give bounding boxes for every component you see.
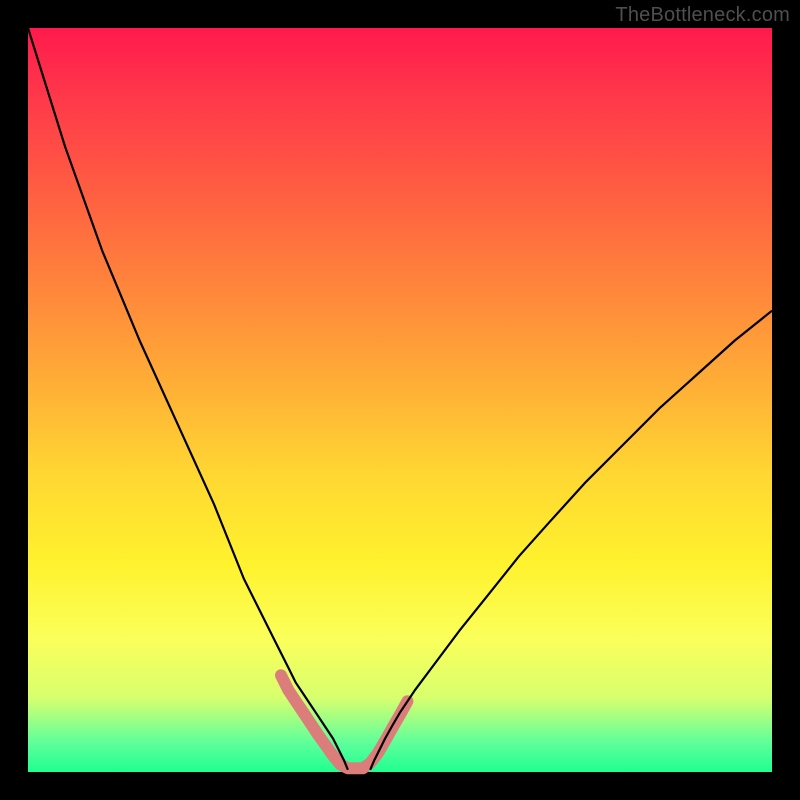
series-right-curve [370,311,772,770]
watermark-text: TheBottleneck.com [615,4,790,27]
chart-frame: TheBottleneck.com [0,0,800,800]
plot-area [28,28,772,772]
curve-layer [28,28,772,772]
series-left-curve [28,28,348,770]
